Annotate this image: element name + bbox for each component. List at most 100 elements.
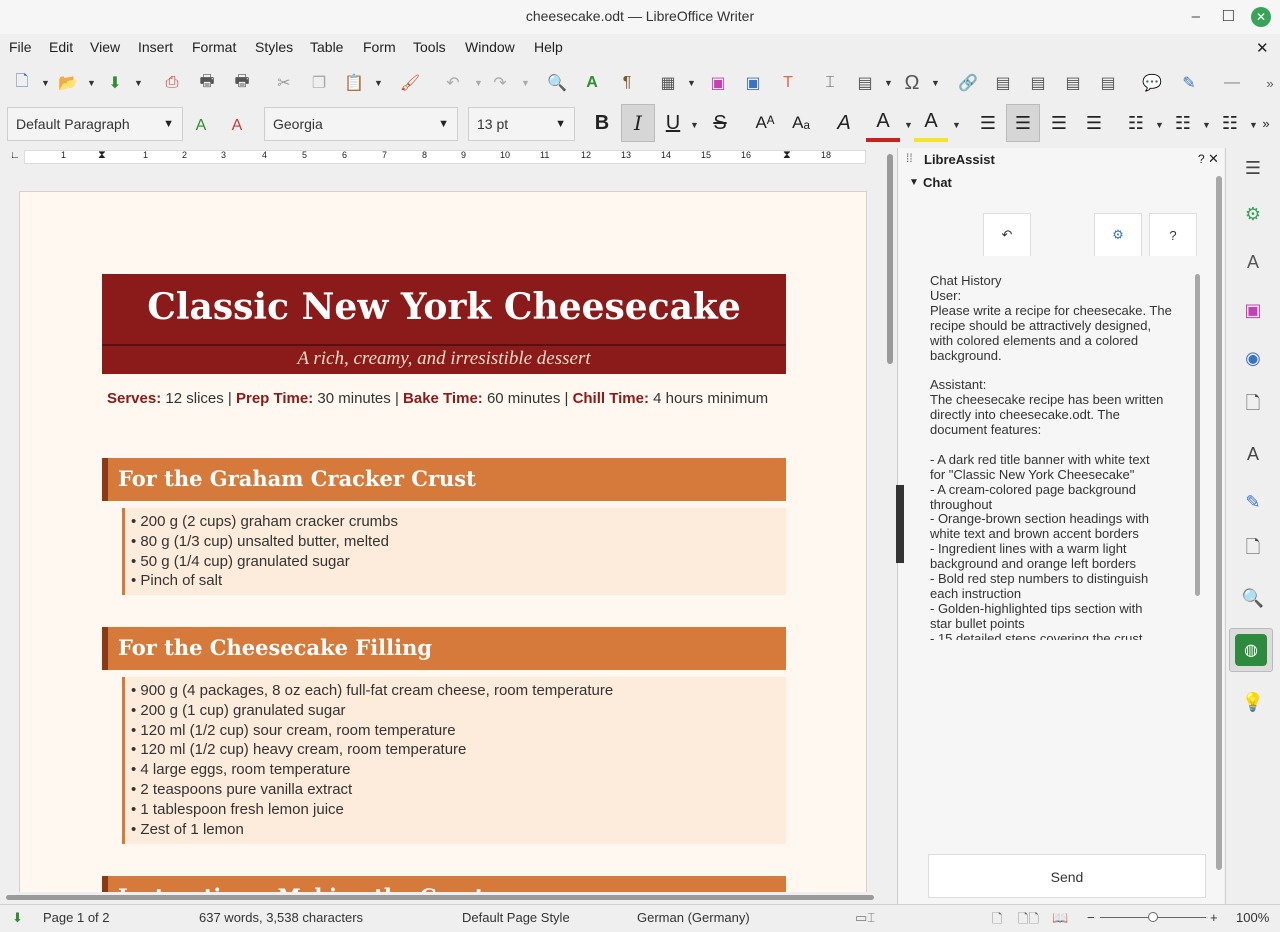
page-style[interactable]: Default Page Style — [462, 910, 570, 925]
chevron-down-icon[interactable]: ▼ — [884, 78, 893, 88]
scrollbar-thumb[interactable] — [887, 154, 893, 364]
footnote-icon[interactable]: ▤ — [991, 71, 1015, 95]
tab-stop-icon[interactable]: ∟ — [10, 150, 20, 161]
special-character-icon[interactable]: Ω — [900, 71, 924, 95]
insert-chart-icon[interactable]: ▣ — [741, 71, 765, 95]
menu-edit[interactable]: Edit — [49, 39, 73, 55]
chat-history[interactable]: Chat History User: Please write a recipe f… — [930, 274, 1192, 640]
redo-icon[interactable]: ↷ — [488, 71, 512, 95]
chevron-down-icon[interactable]: ▼ — [374, 78, 383, 88]
sidebar-close-button[interactable]: ✕ — [1208, 151, 1219, 167]
send-button[interactable]: Send — [928, 854, 1206, 898]
style-inspector-icon[interactable]: A — [1239, 440, 1267, 468]
align-center-icon[interactable]: ☰ — [1006, 104, 1040, 142]
more-options-icon[interactable]: » — [1258, 71, 1280, 95]
print-icon[interactable]: 🖶 — [195, 71, 219, 95]
close-document-icon[interactable]: ✕ — [1256, 39, 1269, 57]
close-window-button[interactable]: ✕ — [1251, 7, 1271, 27]
hyperlink-icon[interactable]: 🔗 — [956, 71, 980, 95]
chevron-down-icon[interactable]: ▼ — [931, 78, 940, 88]
page-counter[interactable]: Page 1 of 2 — [43, 910, 110, 925]
chevron-down-icon[interactable]: ▼ — [1155, 120, 1164, 130]
horizontal-scrollbar[interactable] — [0, 892, 884, 902]
chevron-down-icon[interactable]: ▼ — [521, 78, 530, 88]
new-document-icon[interactable]: 🗋 — [10, 71, 34, 95]
update-style-icon[interactable]: A — [189, 114, 213, 138]
export-pdf-icon[interactable]: ⎙ — [160, 71, 184, 95]
document-page[interactable]: Classic New York Cheesecake A rich, crea… — [19, 191, 867, 892]
scrollbar-thumb[interactable] — [6, 895, 874, 900]
menu-window[interactable]: Window — [465, 39, 515, 55]
design-icon[interactable]: 🗋 — [1239, 536, 1267, 564]
page-break-icon[interactable]: ⌶ — [818, 71, 842, 95]
sidebar-collapse-handle[interactable] — [896, 485, 904, 563]
outline-list-icon[interactable]: ☷ — [1213, 104, 1247, 142]
spelling-icon[interactable]: A — [580, 71, 604, 95]
selection-mode-icon[interactable]: ▭⌶ — [855, 910, 875, 926]
insert-field-icon[interactable]: ▤ — [853, 71, 877, 95]
superscript-icon[interactable]: Aᴬ — [748, 104, 782, 142]
chevron-down-icon[interactable]: ▼ — [87, 78, 96, 88]
open-folder-icon[interactable]: 📂 — [56, 71, 80, 95]
font-color-icon[interactable]: A — [866, 104, 900, 142]
zoom-level[interactable]: 100% — [1236, 910, 1269, 925]
single-page-view-icon[interactable]: 🗋 — [992, 910, 1002, 932]
chevron-down-icon[interactable]: ▼ — [474, 78, 483, 88]
multi-page-view-icon[interactable]: 🗋🗋 — [1018, 910, 1039, 932]
cut-icon[interactable]: ✂ — [272, 71, 296, 95]
more-options-icon[interactable]: » — [1254, 104, 1278, 142]
chevron-down-icon[interactable]: ▼ — [1202, 120, 1211, 130]
zoom-in-icon[interactable]: + — [1210, 910, 1218, 925]
right-indent-marker[interactable]: ⧗ — [783, 149, 791, 162]
chevron-down-icon[interactable]: ▼ — [909, 177, 919, 188]
save-status-icon[interactable]: ⬇ — [12, 910, 23, 926]
menu-icon[interactable]: ☰ — [1239, 154, 1267, 182]
chat-scrollbar[interactable] — [1195, 274, 1200, 596]
find-replace-icon[interactable]: 🔍 — [545, 71, 569, 95]
justify-icon[interactable]: ☰ — [1077, 104, 1111, 142]
print-preview-icon[interactable]: 🖶 — [230, 71, 254, 95]
endnote-icon[interactable]: ▤ — [1026, 71, 1050, 95]
vertical-scrollbar[interactable] — [884, 148, 896, 892]
styles-icon[interactable]: A — [1239, 248, 1267, 276]
bookmark-icon[interactable]: ▤ — [1061, 71, 1085, 95]
italic-icon[interactable]: I — [621, 104, 655, 142]
book-view-icon[interactable]: 📖 — [1052, 910, 1068, 926]
menu-format[interactable]: Format — [192, 39, 236, 55]
subscript-icon[interactable]: Aₐ — [784, 104, 818, 142]
font-name-combo[interactable]: Georgia ▼ — [264, 107, 458, 141]
minimize-icon[interactable]: – — [1192, 0, 1200, 33]
left-indent-marker[interactable]: ⧗ — [98, 149, 106, 162]
insert-textbox-icon[interactable]: T — [776, 71, 800, 95]
manage-changes-icon[interactable]: ✎ — [1239, 488, 1267, 516]
font-size-combo[interactable]: 13 pt ▼ — [468, 107, 575, 141]
chat-section-title[interactable]: Chat — [923, 175, 952, 190]
menu-styles[interactable]: Styles — [255, 39, 293, 55]
libreassist-deck-button[interactable]: ◍ — [1229, 628, 1273, 672]
unordered-list-icon[interactable]: ☷ — [1119, 104, 1153, 142]
chevron-down-icon[interactable]: ▼ — [438, 108, 449, 140]
properties-icon[interactable]: ⚙ — [1239, 200, 1267, 228]
language[interactable]: German (Germany) — [637, 910, 750, 925]
menu-view[interactable]: View — [90, 39, 120, 55]
sidebar-scrollbar[interactable] — [1216, 176, 1222, 870]
insert-table-icon[interactable]: ▦ — [656, 71, 680, 95]
horizontal-ruler[interactable]: 1 ⧗ 1 2 3 4 5 6 7 8 9 10 11 12 13 14 15 … — [24, 149, 866, 164]
clear-formatting-icon[interactable]: A — [827, 104, 861, 142]
align-right-icon[interactable]: ☰ — [1042, 104, 1076, 142]
new-style-icon[interactable]: A — [225, 114, 249, 138]
undo-tab-button[interactable]: ↶ — [983, 213, 1031, 256]
bold-icon[interactable]: B — [585, 104, 619, 142]
menu-form[interactable]: Form — [363, 39, 396, 55]
find-icon[interactable]: 🔍 — [1239, 584, 1267, 612]
maximize-icon[interactable]: ☐ — [1222, 0, 1235, 33]
line-icon[interactable]: — — [1220, 71, 1244, 95]
settings-tab-button[interactable]: ⚙ — [1094, 213, 1142, 256]
menu-help[interactable]: Help — [534, 39, 563, 55]
gallery-icon[interactable]: ▣ — [1239, 296, 1267, 324]
undo-icon[interactable]: ↶ — [441, 71, 465, 95]
underline-icon[interactable]: U — [656, 104, 690, 142]
insert-image-icon[interactable]: ▣ — [706, 71, 730, 95]
chevron-down-icon[interactable]: ▼ — [687, 78, 696, 88]
save-icon[interactable]: ⬇ — [103, 71, 127, 95]
